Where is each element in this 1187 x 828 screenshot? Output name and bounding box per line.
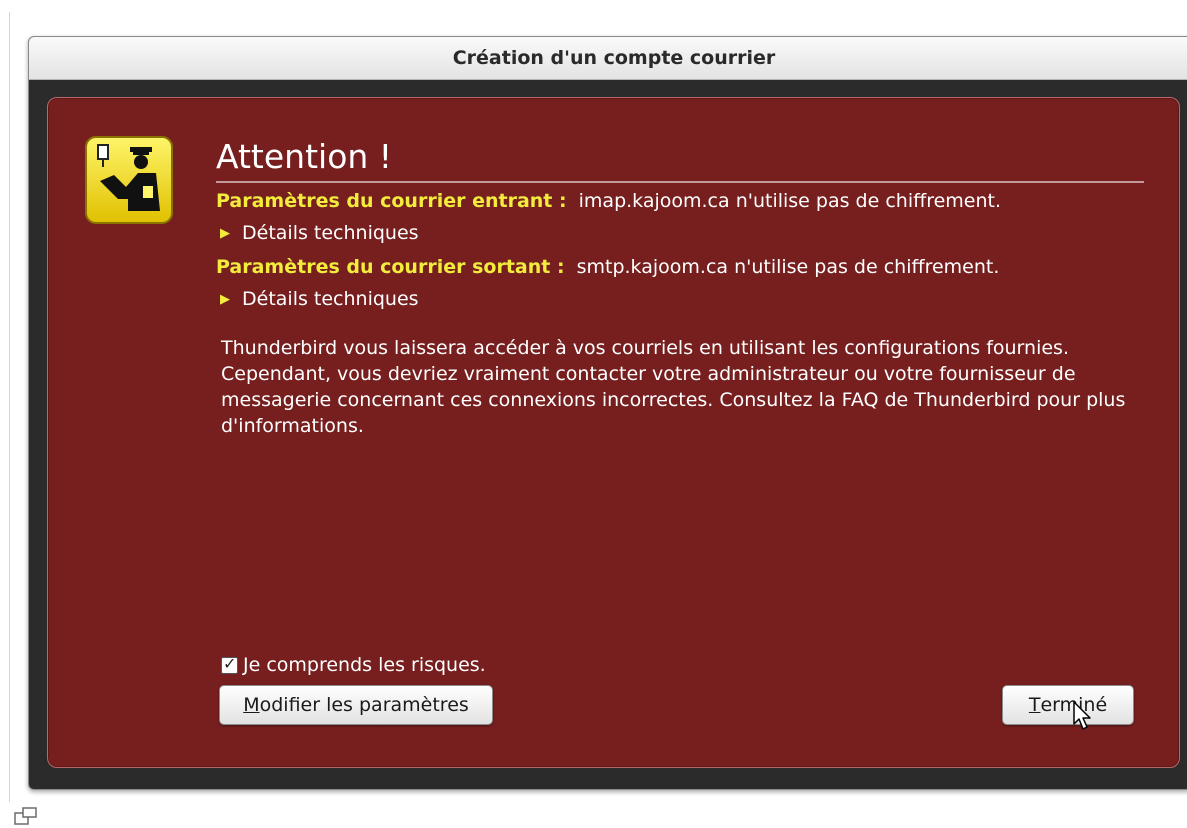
outgoing-settings-label: Paramètres du courrier sortant : (216, 256, 565, 278)
modify-accesskey: M (243, 694, 260, 716)
warning-panel: Attention ! Paramètres du courrier entra… (47, 97, 1180, 768)
incoming-technical-details-toggle[interactable]: ▶ Détails techniques (220, 222, 419, 244)
warning-explanation: Thunderbird vous laissera accéder à vos … (221, 337, 1126, 437)
checkmark-icon: ✓ (223, 653, 237, 673)
triangle-right-icon: ▶ (220, 292, 230, 307)
triangle-right-icon: ▶ (220, 226, 230, 241)
modify-settings-button[interactable]: Modifier les paramètres (219, 685, 493, 725)
dialog-window: Création d'un compte courrier Attention … (28, 36, 1187, 790)
understand-risks-label: Je comprends les risques. (243, 654, 486, 676)
incoming-settings-message: imap.kajoom.ca n'utilise pas de chiffrem… (578, 190, 1002, 212)
expand-image-icon[interactable] (14, 807, 38, 825)
window-titlebar[interactable]: Création d'un compte courrier (29, 37, 1187, 80)
understand-risks-checkbox[interactable]: ✓ Je comprends les risques. (221, 654, 486, 676)
page-left-rule (9, 12, 10, 802)
outgoing-settings-message: smtp.kajoom.ca n'utilise pas de chiffrem… (576, 256, 1000, 278)
done-button[interactable]: Terminé (1002, 685, 1134, 725)
incoming-settings-label: Paramètres du courrier entrant : (216, 190, 567, 212)
outgoing-details-label: Détails techniques (242, 288, 419, 310)
modify-label: odifier les paramètres (259, 694, 469, 716)
warning-heading: Attention ! (216, 136, 1144, 183)
incoming-settings-row: Paramètres du courrier entrant : imap.ka… (216, 190, 1001, 212)
outgoing-technical-details-toggle[interactable]: ▶ Détails techniques (220, 288, 419, 310)
mouse-pointer-icon (1073, 701, 1091, 730)
incoming-details-label: Détails techniques (242, 222, 419, 244)
window-title: Création d'un compte courrier (452, 47, 776, 69)
done-accesskey: T (1028, 694, 1041, 716)
checkbox-box[interactable]: ✓ (221, 653, 238, 674)
warning-policeman-icon (85, 136, 173, 224)
outgoing-settings-row: Paramètres du courrier sortant : smtp.ka… (216, 256, 999, 278)
